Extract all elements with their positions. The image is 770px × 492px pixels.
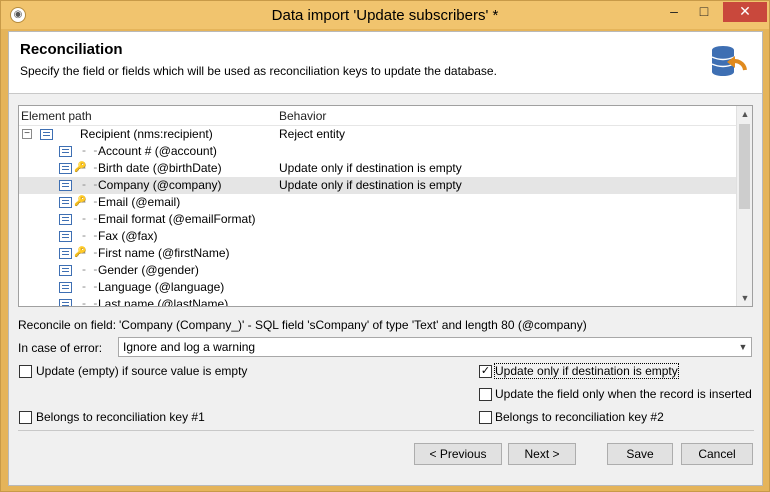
reconciliation-key-2-label[interactable]: Belongs to reconciliation key #2 [495, 410, 664, 424]
tree-row[interactable]: - - Fax (@fax) [19, 228, 737, 245]
reconciliation-key-1-label[interactable]: Belongs to reconciliation key #1 [36, 410, 205, 424]
tree-row-behavior: Update only if destination is empty [279, 178, 462, 192]
next-button[interactable]: Next > [508, 443, 576, 465]
reconciliation-key-2-checkbox[interactable] [479, 411, 492, 424]
scroll-up-icon[interactable]: ▲ [737, 106, 752, 122]
tree-row-behavior: Reject entity [279, 127, 346, 141]
previous-button[interactable]: < Previous [414, 443, 502, 465]
update-empty-label[interactable]: Update (empty) if source value is empty [36, 364, 247, 378]
tree-row-name: Recipient (nms:recipient) [80, 127, 213, 141]
cancel-button[interactable]: Cancel [681, 443, 753, 465]
update-only-inserted-label[interactable]: Update the field only when the record is… [495, 387, 752, 401]
tree-connector: - - [82, 194, 100, 208]
list-icon [59, 299, 72, 306]
close-button[interactable]: ✕ [723, 2, 767, 22]
tree-row-name: First name (@firstName) [98, 246, 230, 260]
tree-row[interactable]: 🔑 - - Birth date (@birthDate) Update onl… [19, 160, 737, 177]
maximize-button[interactable]: □ [691, 2, 717, 22]
tree-scrollbar[interactable]: ▲ ▼ [736, 106, 752, 306]
tree-connector: - - [82, 296, 100, 307]
tree-row-name: Company (@company) [98, 178, 222, 192]
tree-connector: - - [82, 245, 100, 259]
tree-row[interactable]: - - Email format (@emailFormat) [19, 211, 737, 228]
list-icon [59, 163, 72, 174]
database-update-icon [711, 46, 747, 76]
update-only-inserted-checkbox[interactable] [479, 388, 492, 401]
tree-connector: - - [82, 143, 100, 157]
list-icon [59, 146, 72, 157]
tree-row[interactable]: - - Account # (@account) [19, 143, 737, 160]
tree-row-name: Email format (@emailFormat) [98, 212, 256, 226]
list-icon [59, 248, 72, 259]
tree-connector: - - [82, 279, 100, 293]
dialog-window: ◉ Data import 'Update subscribers' * – □… [0, 0, 770, 492]
tree-connector: - - [82, 262, 100, 276]
window-title: Data import 'Update subscribers' * [271, 7, 499, 24]
reconciliation-key-1-checkbox[interactable] [19, 411, 32, 424]
tree-row-selected[interactable]: - - Company (@company) Update only if de… [19, 177, 737, 194]
tree-row[interactable]: 🔑 - - First name (@firstName) [19, 245, 737, 262]
list-icon [59, 214, 72, 225]
update-if-destination-empty-label[interactable]: Update only if destination is empty [494, 363, 679, 379]
tree-row-name: Last name (@lastName) [98, 297, 229, 307]
tree-row-name: Email (@email) [98, 195, 181, 209]
error-handling-value: Ignore and log a warning [123, 340, 256, 354]
column-header-element-path[interactable]: Element path [21, 109, 92, 123]
tree-row-recipient[interactable]: − Recipient (nms:recipient) Reject entit… [19, 126, 737, 143]
collapse-toggle-icon[interactable]: − [22, 129, 32, 139]
update-empty-checkbox[interactable] [19, 365, 32, 378]
reconcile-field-value: 'Company (Company_)' - SQL field 'sCompa… [119, 318, 587, 332]
dialog-client-area: Reconciliation Specify the field or fiel… [8, 31, 763, 486]
list-icon [59, 231, 72, 242]
list-icon [59, 197, 72, 208]
update-if-destination-empty-checkbox[interactable]: ✓ [479, 365, 492, 378]
list-icon [59, 265, 72, 276]
save-button[interactable]: Save [607, 443, 673, 465]
tree-row-name: Fax (@fax) [98, 229, 158, 243]
wizard-header: Reconciliation Specify the field or fiel… [9, 32, 762, 94]
scroll-down-icon[interactable]: ▼ [737, 290, 752, 306]
chevron-down-icon[interactable]: ▼ [735, 338, 751, 356]
list-icon [59, 282, 72, 293]
tree-row[interactable]: - - Language (@language) [19, 279, 737, 296]
minimize-button[interactable]: – [661, 2, 687, 22]
tree-row[interactable]: - - Last name (@lastName) [19, 296, 737, 307]
scroll-thumb[interactable] [739, 124, 750, 209]
tree-row-name: Birth date (@birthDate) [98, 161, 222, 175]
tree-row-name: Gender (@gender) [98, 263, 199, 277]
column-header-behavior[interactable]: Behavior [279, 109, 326, 123]
tree-connector: - - [82, 160, 100, 174]
element-tree[interactable]: Element path Behavior − Recipient (nms:r… [18, 105, 753, 307]
page-title: Reconciliation [20, 41, 123, 58]
tree-connector: - - [82, 177, 100, 191]
list-icon [40, 129, 53, 140]
title-bar[interactable]: ◉ Data import 'Update subscribers' * – □… [1, 1, 769, 29]
reconcile-label: Reconcile on field: [18, 318, 117, 332]
tree-row-name: Language (@language) [98, 280, 225, 294]
tree-row[interactable]: 🔑 - - Email (@email) [19, 194, 737, 211]
error-label: In case of error: [18, 341, 103, 355]
tree-row-name: Account # (@account) [98, 144, 217, 158]
tree-row[interactable]: - - Gender (@gender) [19, 262, 737, 279]
page-subtitle: Specify the field or fields which will b… [20, 64, 497, 78]
tree-connector: - - [82, 228, 100, 242]
tree-connector: - - [82, 211, 100, 225]
footer-divider [18, 430, 754, 431]
list-icon [59, 180, 72, 191]
tree-row-behavior: Update only if destination is empty [279, 161, 462, 175]
error-handling-select[interactable]: Ignore and log a warning ▼ [118, 337, 752, 357]
